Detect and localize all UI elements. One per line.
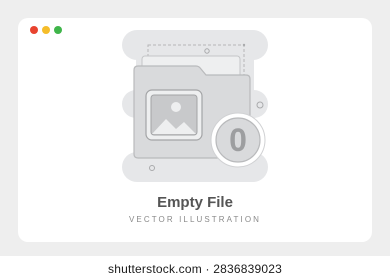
page-subtitle: VECTOR ILLUSTRATION (128, 215, 262, 224)
image-icon (145, 89, 203, 141)
count-badge: 0 (210, 112, 266, 168)
watermark-text: shutterstock.com · 2836839023 (108, 262, 282, 276)
badge-count-text: 0 (229, 122, 247, 158)
illustration-card: 0 Empty File VECTOR ILLUSTRATION (18, 18, 372, 242)
page-title: Empty File (157, 194, 233, 211)
